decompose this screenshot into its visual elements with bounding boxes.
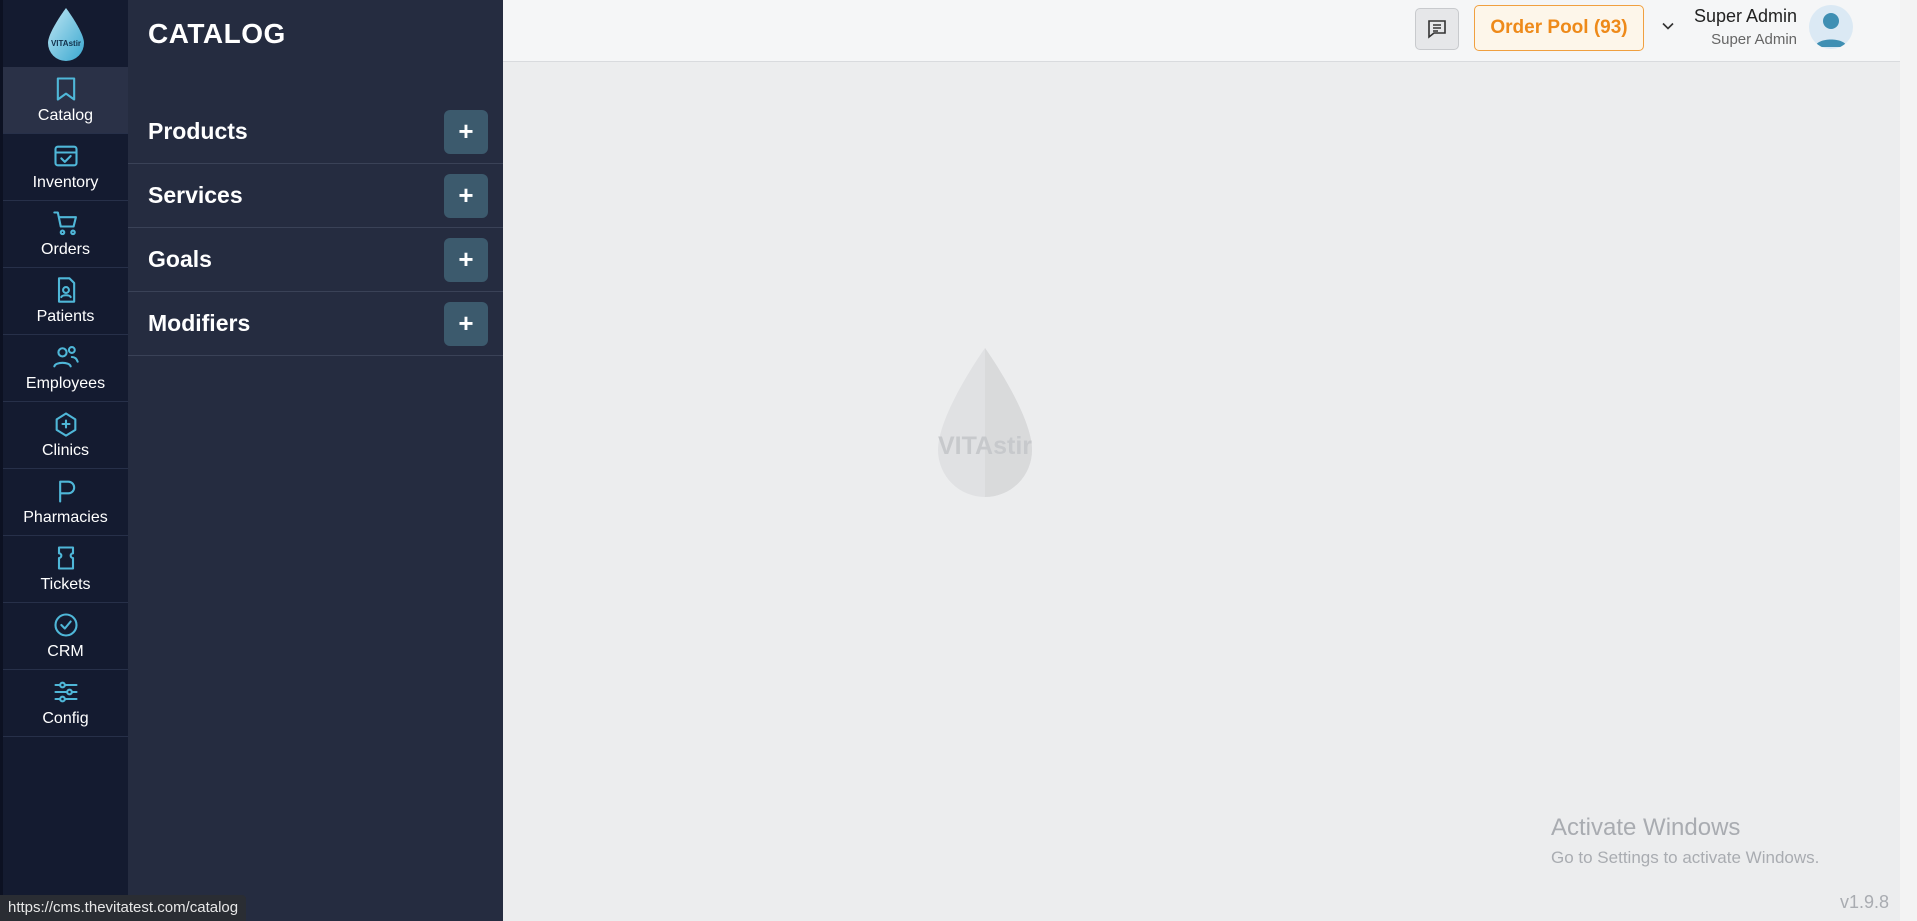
catalog-item-label: Goals [148, 246, 212, 272]
rail-label-catalog: Catalog [37, 107, 94, 124]
add-service-button[interactable]: + [444, 173, 488, 218]
catalog-panel: CATALOG Products + Services + Goals + Mo… [128, 0, 503, 921]
avatar[interactable] [1809, 5, 1853, 49]
inbox-check-icon [53, 145, 78, 167]
rail-item-inventory[interactable]: Inventory [3, 134, 128, 201]
catalog-item-label: Modifiers [148, 310, 251, 336]
user-name[interactable]: Super Admin [1685, 6, 1797, 27]
icon-rail: VITAstir Catalog Inventory Orders Patien… [0, 0, 128, 921]
watermark-logo: VITAstir [938, 348, 1032, 497]
patient-file-icon [57, 277, 75, 303]
rail-item-tickets[interactable]: Tickets [3, 536, 128, 603]
main-content: VITAstir Activate Windows Go to Settings… [503, 62, 1900, 921]
svg-text:VITAstir: VITAstir [50, 39, 80, 48]
order-pool-button[interactable]: Order Pool (93) [1474, 5, 1644, 51]
rail-label-crm: CRM [47, 643, 84, 660]
bookmark-icon [56, 77, 75, 101]
chevron-down-icon [1662, 22, 1674, 30]
catalog-item-services[interactable]: Services + [128, 164, 503, 228]
catalog-item-label: Products [148, 118, 248, 144]
rail-item-orders[interactable]: Orders [3, 201, 128, 268]
sliders-icon [53, 681, 78, 703]
rail-label-patients: Patients [36, 308, 95, 325]
status-bar-url: https://cms.thevitatest.com/catalog [0, 895, 247, 921]
brand-logo[interactable]: VITAstir [3, 0, 128, 67]
rail-item-catalog[interactable]: Catalog [3, 67, 128, 134]
badge-check-icon [53, 613, 78, 637]
top-header: Order Pool (93) Super Admin Super Admin [503, 0, 1900, 62]
add-modifier-button[interactable]: + [444, 301, 488, 346]
messages-button[interactable] [1415, 8, 1459, 50]
page-scrollbar[interactable] [1900, 0, 1917, 921]
activate-windows-title: Activate Windows [1551, 814, 1741, 841]
clinic-icon [55, 412, 76, 437]
catalog-item-products[interactable]: Products + [128, 100, 503, 164]
rail-label-employees: Employees [25, 375, 106, 392]
user-role: Super Admin [1711, 31, 1797, 48]
rail-item-crm[interactable]: CRM [3, 603, 128, 670]
pharmacy-icon [58, 480, 75, 503]
cart-icon [52, 211, 77, 236]
rail-item-employees[interactable]: Employees [3, 335, 128, 402]
rail-label-config: Config [42, 710, 89, 727]
rail-label-orders: Orders [41, 241, 90, 258]
add-product-button[interactable]: + [444, 109, 488, 154]
svg-text:VITAstir: VITAstir [938, 432, 1032, 460]
rail-label-pharmacies: Pharmacies [23, 509, 108, 526]
rail-item-config[interactable]: Config [3, 670, 128, 737]
rail-item-pharmacies[interactable]: Pharmacies [3, 469, 128, 536]
rail-item-patients[interactable]: Patients [3, 268, 128, 335]
catalog-item-label: Services [148, 182, 243, 208]
rail-label-clinics: Clinics [41, 442, 90, 459]
user-avatar-icon [1815, 13, 1847, 47]
drop-logo-icon: VITAstir [47, 7, 84, 61]
catalog-item-goals[interactable]: Goals + [128, 228, 503, 292]
catalog-list: Products + Services + Goals + Modifiers … [128, 100, 503, 356]
add-goal-button[interactable]: + [444, 237, 488, 282]
panel-title: CATALOG [148, 18, 286, 49]
users-icon [52, 346, 79, 368]
chat-icon [1428, 20, 1446, 39]
rail-label-tickets: Tickets [40, 576, 91, 593]
rail-label-inventory: Inventory [32, 174, 99, 191]
app-version: v1.9.8 [1840, 892, 1890, 912]
catalog-item-modifiers[interactable]: Modifiers + [128, 292, 503, 356]
activate-windows-subtitle: Go to Settings to activate Windows. [1551, 848, 1820, 867]
user-menu-toggle[interactable] [1658, 16, 1678, 36]
ticket-icon [57, 546, 74, 570]
rail-item-clinics[interactable]: Clinics [3, 402, 128, 469]
